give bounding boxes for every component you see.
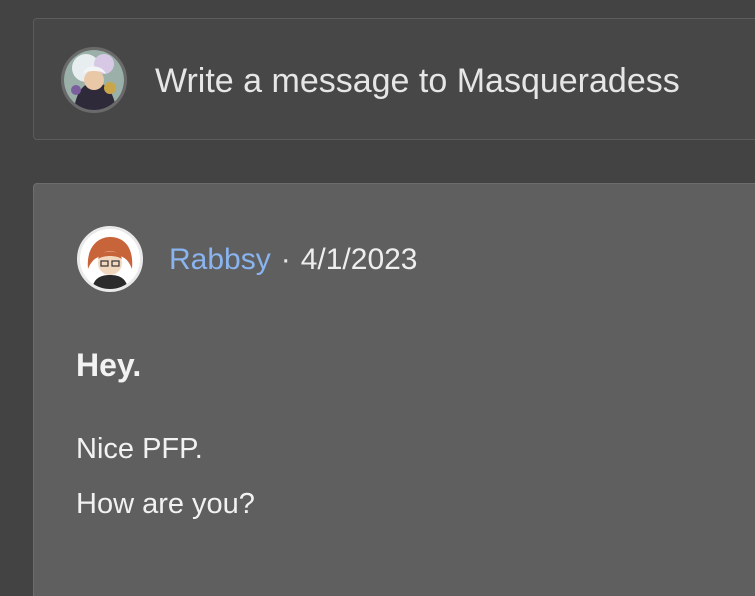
user-avatar-icon[interactable] — [61, 47, 127, 113]
message-line: Nice PFP. — [76, 433, 203, 465]
author-avatar-icon[interactable] — [77, 226, 143, 292]
message-meta: Rabbsy · 4/1/2023 — [169, 240, 418, 280]
message-date: 4/1/2023 — [300, 243, 418, 276]
meta-separator: · — [280, 243, 291, 276]
message-line-greeting: Hey. — [76, 347, 142, 383]
message-compose-box[interactable]: Write a message to Masqueradess — [33, 18, 755, 140]
author-name-link[interactable]: Rabbsy — [169, 243, 271, 276]
message-line: How are you? — [76, 488, 255, 520]
page: Write a message to Masqueradess Rabbsy · 4… — [0, 0, 755, 596]
compose-placeholder: Write a message to Masqueradess — [155, 62, 680, 100]
message-card: Rabbsy · 4/1/2023 Hey. Nice PFP. How are y… — [33, 183, 755, 596]
